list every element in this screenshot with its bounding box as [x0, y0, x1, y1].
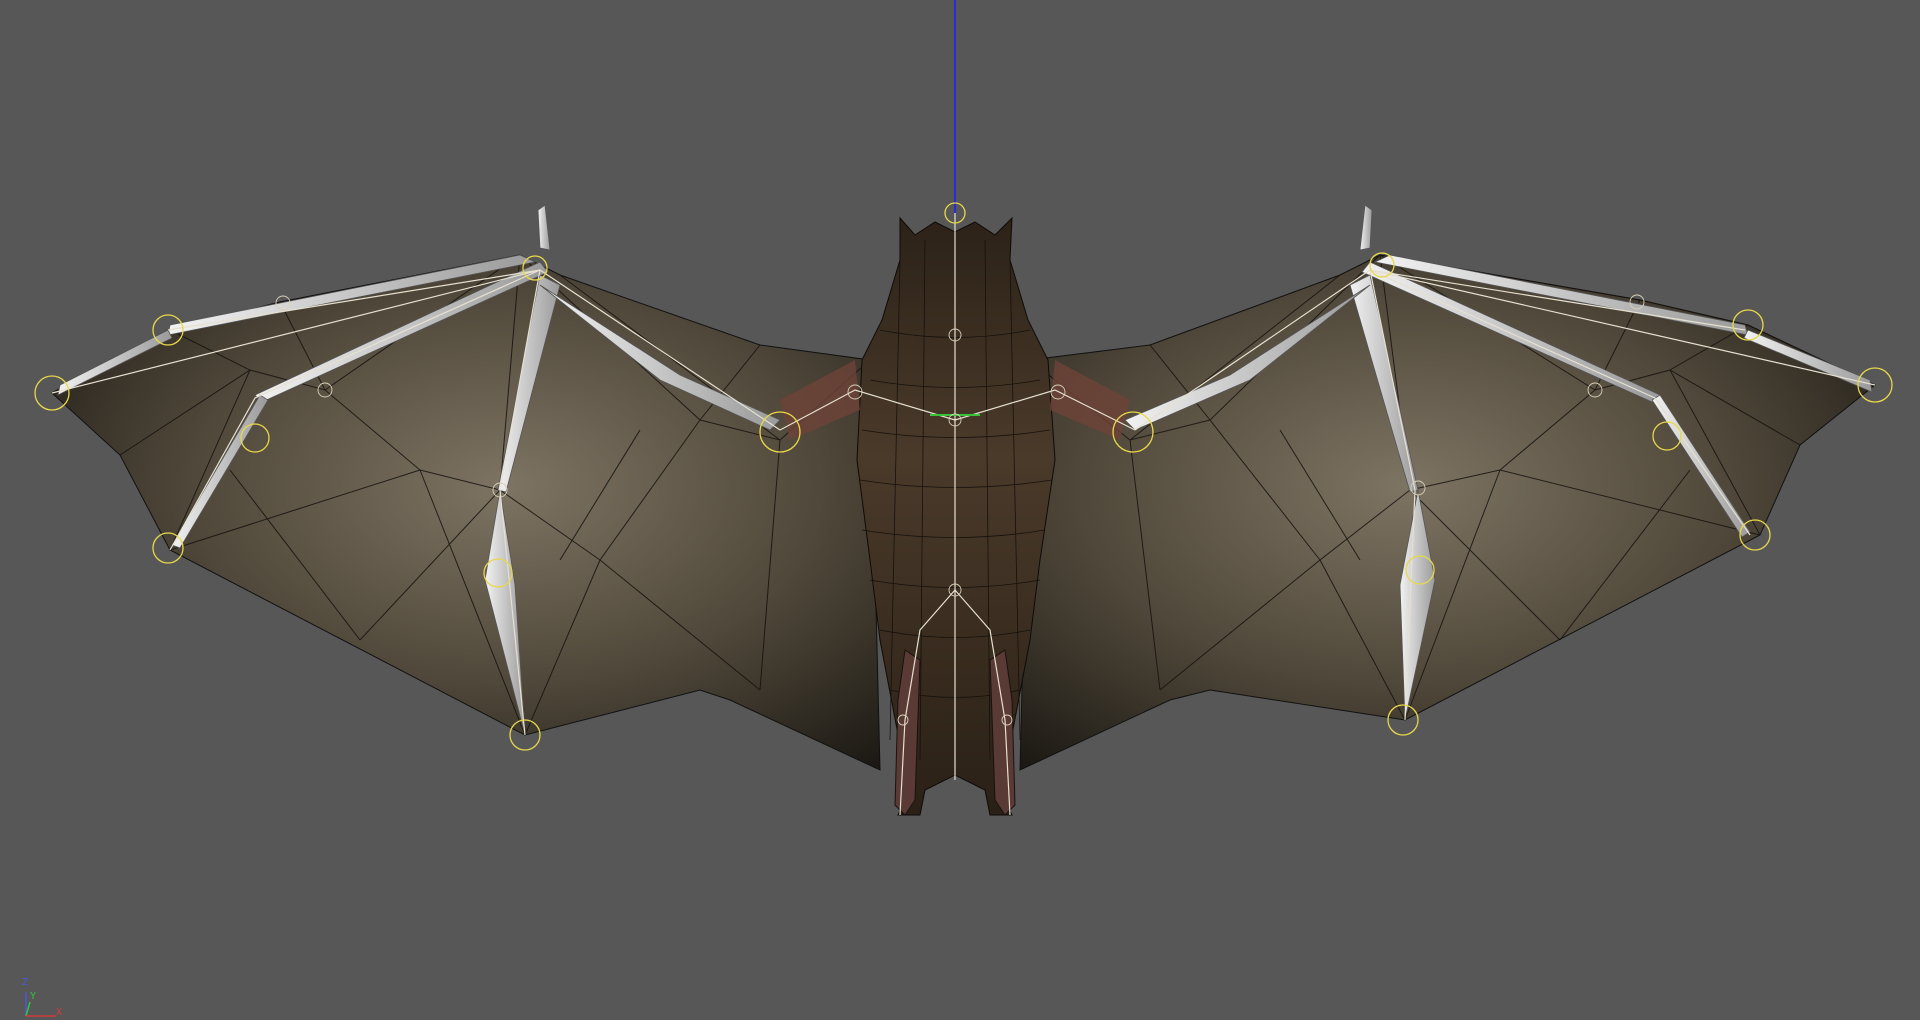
axis-z-label: Z	[22, 977, 29, 988]
3d-viewport[interactable]: Z Y X	[0, 0, 1920, 1020]
axis-x-label: X	[56, 1007, 63, 1018]
axis-y-label: Y	[30, 991, 37, 1002]
axis-gizmo: Z Y X	[18, 978, 68, 1018]
bat-model-render[interactable]	[0, 0, 1920, 1020]
